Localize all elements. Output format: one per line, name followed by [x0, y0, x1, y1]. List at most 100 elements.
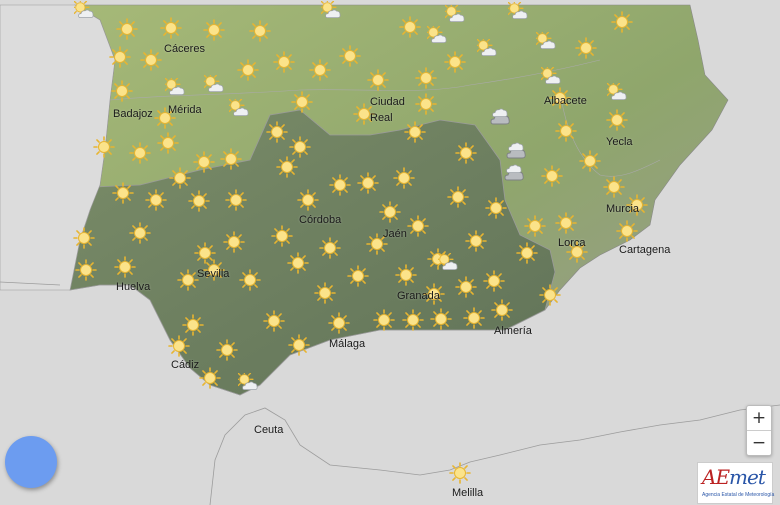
sun-cloud-icon — [438, 253, 458, 270]
sun-icon — [347, 265, 369, 287]
sun-icon — [555, 212, 577, 234]
city-cordoba: Córdoba — [299, 214, 342, 226]
sun-icon — [297, 189, 319, 211]
sun-icon — [373, 309, 395, 331]
city-melilla: Melilla — [452, 487, 484, 499]
sun-icon — [203, 19, 225, 41]
sun-icon — [415, 93, 437, 115]
sun-icon — [616, 220, 638, 242]
sun-icon — [129, 222, 151, 244]
cloud-icon — [504, 164, 524, 181]
sun-icon — [463, 307, 485, 329]
sun-icon — [314, 282, 336, 304]
sun-icon — [193, 151, 215, 173]
sun-icon — [402, 309, 424, 331]
city-sevilla: Sevilla — [197, 268, 230, 280]
cloud-icon — [506, 142, 526, 159]
sun-icon — [276, 156, 298, 178]
city-cartagena: Cartagena — [619, 244, 671, 256]
zoom-out-button[interactable]: − — [747, 430, 771, 455]
sun-icon — [168, 335, 190, 357]
sun-icon — [367, 69, 389, 91]
sun-icon — [491, 299, 513, 321]
cloud-icon — [490, 108, 510, 125]
africa-coast — [209, 404, 780, 505]
sun-cloud-icon — [204, 75, 224, 92]
city-caceres: Cáceres — [164, 43, 205, 55]
sun-icon — [524, 215, 546, 237]
sun-icon — [430, 308, 452, 330]
city-ceuta: Ceuta — [254, 424, 284, 436]
sun-cloud-icon — [74, 1, 94, 18]
sun-icon — [575, 37, 597, 59]
sun-icon — [339, 45, 361, 67]
sun-icon — [444, 51, 466, 73]
sun-icon — [225, 189, 247, 211]
sun-icon — [160, 17, 182, 39]
city-badajoz: Badajoz — [113, 108, 153, 120]
sun-icon — [273, 51, 295, 73]
sun-icon — [288, 334, 310, 356]
city-cadiz: Cádiz — [171, 359, 200, 371]
sun-icon — [611, 11, 633, 33]
sun-icon — [287, 252, 309, 274]
sun-icon — [455, 142, 477, 164]
city-lorca: Lorca — [558, 237, 586, 249]
city-almeria: Almería — [494, 325, 532, 337]
weather-map[interactable]: Cáceres Badajoz Mérida Ciudad Real Albac… — [0, 0, 780, 505]
sun-icon — [220, 148, 242, 170]
sun-cloud-icon — [477, 39, 497, 56]
sun-icon — [73, 227, 95, 249]
sun-icon — [606, 109, 628, 131]
aemet-logo[interactable]: AEmet Agencia Estatal de Meteorología — [697, 462, 775, 504]
sun-icon — [188, 190, 210, 212]
sun-icon — [465, 230, 487, 252]
sun-icon — [199, 367, 221, 389]
sun-icon — [407, 215, 429, 237]
sun-cloud-icon — [321, 1, 341, 18]
sun-icon — [169, 167, 191, 189]
sun-icon — [455, 276, 477, 298]
sun-icon — [541, 165, 563, 187]
sun-icon — [157, 132, 179, 154]
sun-cloud-icon — [427, 26, 447, 43]
sun-icon — [309, 59, 331, 81]
sun-icon — [239, 269, 261, 291]
locate-button[interactable] — [5, 436, 57, 488]
city-albacete: Albacete — [544, 95, 587, 107]
sun-icon — [415, 67, 437, 89]
sun-icon — [93, 136, 115, 158]
sun-icon — [404, 121, 426, 143]
sun-icon — [140, 49, 162, 71]
sun-icon — [379, 201, 401, 223]
city-ciudad-real-line1: Ciudad — [370, 96, 405, 108]
sun-icon — [539, 284, 561, 306]
city-jaen: Jaén — [383, 228, 407, 240]
city-malaga: Málaga — [329, 338, 366, 350]
sun-cloud-icon — [238, 373, 258, 390]
city-ciudad-real-line2: Real — [370, 112, 393, 124]
sun-icon — [177, 269, 199, 291]
sun-cloud-icon — [165, 78, 185, 95]
sun-cloud-icon — [541, 67, 561, 84]
city-merida: Mérida — [168, 104, 202, 116]
city-yecla: Yecla — [606, 136, 633, 148]
sun-icon — [249, 20, 271, 42]
city-huelva: Huelva — [116, 281, 151, 293]
sun-cloud-icon — [508, 2, 528, 19]
sun-icon — [393, 167, 415, 189]
aemet-logo-mark: AEmet — [702, 465, 766, 489]
city-granada: Granada — [397, 290, 440, 302]
sun-icon — [329, 174, 351, 196]
aemet-logo-subtitle: Agencia Estatal de Meteorología — [702, 492, 775, 498]
zoom-in-button[interactable]: + — [747, 406, 771, 430]
sun-icon — [114, 256, 136, 278]
sun-icon — [603, 176, 625, 198]
sun-icon — [145, 189, 167, 211]
sun-icon — [555, 120, 577, 142]
sun-icon — [182, 314, 204, 336]
city-murcia: Murcia — [606, 203, 640, 215]
sun-icon — [223, 231, 245, 253]
sun-icon — [516, 242, 538, 264]
sun-icon — [289, 136, 311, 158]
